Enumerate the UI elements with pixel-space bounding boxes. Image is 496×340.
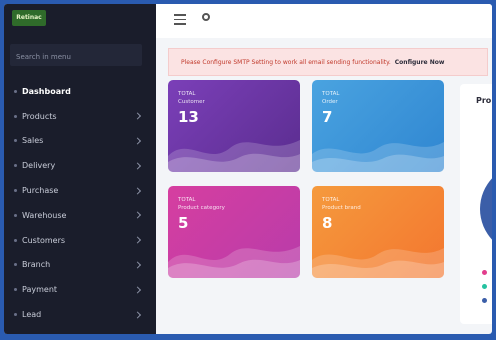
sidebar-item-label: Lead <box>22 310 42 320</box>
app-window: Retinac Dashboard Products Sales Deliver… <box>4 4 492 334</box>
sidebar-item-label: Products <box>22 111 57 121</box>
chevron-right-icon <box>133 261 142 269</box>
dot-icon <box>14 114 17 118</box>
sidebar-item-label: Warehouse <box>22 210 67 220</box>
card-total-customer[interactable]: TOTAL Customer 13 <box>168 80 300 172</box>
chevron-right-icon <box>133 311 142 319</box>
card-label: Customer <box>178 99 205 105</box>
sidebar-item-customers[interactable]: Customers <box>4 228 156 253</box>
chevron-right-icon <box>133 162 142 170</box>
legend-dot <box>482 270 487 275</box>
chevron-right-icon <box>133 236 142 244</box>
sidebar-item-delivery[interactable]: Delivery <box>4 153 156 178</box>
wave-decoration <box>168 140 300 172</box>
card-label-top: TOTAL <box>322 197 340 203</box>
smtp-alert: Please Configure SMTP Setting to work al… <box>168 48 488 76</box>
sidebar: Retinac Dashboard Products Sales Deliver… <box>4 4 156 334</box>
topbar <box>156 4 492 38</box>
sidebar-item-payment[interactable]: Payment <box>4 277 156 302</box>
dot-icon <box>14 89 17 93</box>
alert-message: Please Configure SMTP Setting to work al… <box>181 58 391 66</box>
panel-title: Pro <box>476 96 492 105</box>
dot-icon <box>14 313 17 317</box>
card-label: Product category <box>178 205 225 211</box>
configure-now-link[interactable]: Configure Now <box>395 59 445 66</box>
sidebar-item-purchase[interactable]: Purchase <box>4 178 156 203</box>
sidebar-item-label: Customers <box>22 235 66 245</box>
card-label: Order <box>322 99 338 105</box>
donut-chart[interactable] <box>480 164 492 254</box>
dot-icon <box>14 213 17 217</box>
card-value: 13 <box>178 108 199 126</box>
menu-search <box>10 44 142 68</box>
chevron-right-icon <box>133 137 142 145</box>
dot-icon <box>14 189 17 193</box>
card-label: Product brand <box>322 205 361 211</box>
sidebar-item-label: Purchase <box>22 186 59 196</box>
card-label-top: TOTAL <box>178 197 196 203</box>
sidebar-menu: Dashboard Products Sales Delivery Purcha… <box>4 79 156 327</box>
dot-icon <box>14 164 17 168</box>
wave-decoration <box>168 246 300 278</box>
chevron-right-icon <box>133 187 142 195</box>
card-total-product-category[interactable]: TOTAL Product category 5 <box>168 186 300 278</box>
sidebar-item-branch[interactable]: Branch <box>4 253 156 278</box>
wave-decoration <box>312 142 444 172</box>
sidebar-item-lead[interactable]: Lead <box>4 302 156 327</box>
sidebar-item-warehouse[interactable]: Warehouse <box>4 203 156 228</box>
card-value: 8 <box>322 214 333 232</box>
sidebar-item-label: Dashboard <box>22 86 71 96</box>
product-chart-panel: Pro <box>460 84 492 324</box>
chevron-right-icon <box>133 211 142 219</box>
card-value: 7 <box>322 108 333 126</box>
card-label-top: TOTAL <box>322 91 340 97</box>
sidebar-item-products[interactable]: Products <box>4 104 156 129</box>
legend-dot <box>482 284 487 289</box>
dot-icon <box>14 238 17 242</box>
sidebar-item-label: Branch <box>22 260 51 270</box>
gear-icon[interactable] <box>202 13 210 21</box>
hamburger-icon[interactable] <box>174 14 186 25</box>
sidebar-item-label: Payment <box>22 285 58 295</box>
menu-search-input[interactable] <box>10 46 142 68</box>
sidebar-item-dashboard[interactable]: Dashboard <box>4 79 156 104</box>
sidebar-item-label: Delivery <box>22 161 56 171</box>
chevron-right-icon <box>133 112 142 120</box>
dot-icon <box>14 288 17 292</box>
chevron-right-icon <box>133 286 142 294</box>
sidebar-item-label: Sales <box>22 136 44 146</box>
card-value: 5 <box>178 214 189 232</box>
card-total-order[interactable]: TOTAL Order 7 <box>312 80 444 172</box>
wave-decoration <box>312 248 444 278</box>
sidebar-item-sales[interactable]: Sales <box>4 129 156 154</box>
brand-logo[interactable]: Retinac <box>12 10 46 26</box>
card-total-product-brand[interactable]: TOTAL Product brand 8 <box>312 186 444 278</box>
legend-dot <box>482 298 487 303</box>
dot-icon <box>14 263 17 267</box>
card-label-top: TOTAL <box>178 91 196 97</box>
dot-icon <box>14 139 17 143</box>
